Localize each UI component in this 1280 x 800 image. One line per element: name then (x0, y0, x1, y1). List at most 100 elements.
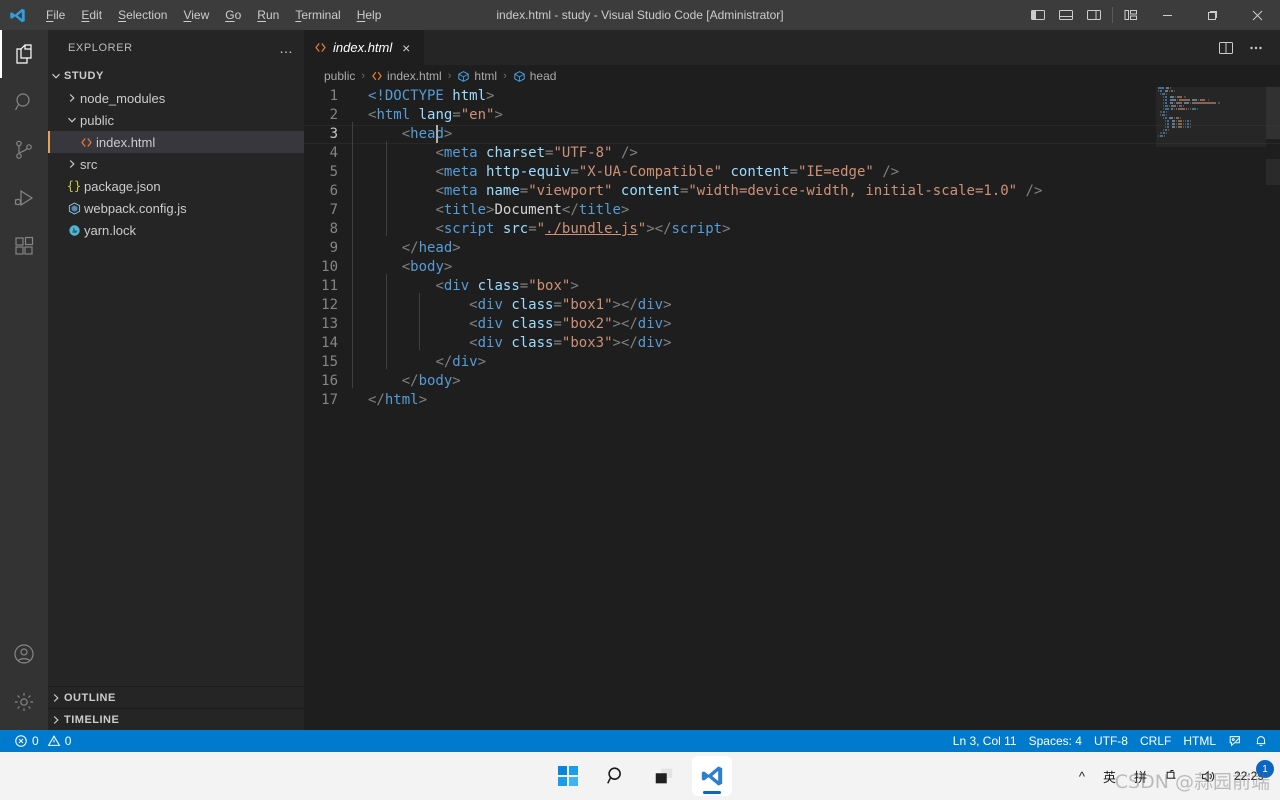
code-line[interactable]: 15 </div> (304, 350, 1280, 372)
status-feedback-icon[interactable] (1222, 730, 1248, 752)
explorer-more-actions-icon[interactable]: … (279, 41, 294, 55)
tree-item-package-json[interactable]: {} package.json (48, 175, 304, 197)
sidebar-section-timeline[interactable]: TIMELINE (48, 708, 304, 730)
tray-network-icon[interactable] (1156, 758, 1191, 794)
breadcrumb-item-index-html[interactable]: index.html (371, 69, 442, 83)
menu-item-selection[interactable]: Selection (110, 4, 175, 26)
ellipsis-icon[interactable] (1242, 34, 1270, 62)
code-token: > (418, 392, 428, 408)
tray-ime-pinyin[interactable]: 拼 (1125, 758, 1156, 794)
menu-item-help[interactable]: Help (349, 4, 390, 26)
code-token: "UTF-8" (553, 145, 613, 161)
menu-item-file[interactable]: File (38, 4, 73, 26)
code-line[interactable]: 16 </body> (304, 369, 1280, 391)
status-bell-icon[interactable] (1248, 730, 1274, 752)
code-line[interactable]: 13 <div class="box2"></div> (304, 312, 1280, 334)
activity-explorer-icon[interactable] (0, 30, 48, 78)
minimap-slider[interactable] (1156, 87, 1266, 147)
code-line[interactable]: 6 <meta name="viewport" content="width=d… (304, 179, 1280, 201)
tray-ime-mode[interactable]: 英 (1094, 758, 1125, 794)
code-line[interactable]: 7 <title>Document</title> (304, 198, 1280, 220)
editor-tabs-bar: index.html × (304, 30, 1280, 65)
activity-run-debug-icon[interactable] (0, 174, 48, 222)
code-token: div (477, 335, 503, 351)
notification-badge[interactable]: 1 (1256, 760, 1274, 778)
minimap[interactable] (1156, 87, 1266, 730)
menu-item-run[interactable]: Run (249, 4, 287, 26)
editor-scrollbar[interactable] (1266, 87, 1280, 730)
tree-item-index-html[interactable]: index.html (48, 131, 304, 153)
activity-extensions-icon[interactable] (0, 222, 48, 270)
status-problems[interactable]: 0 0 (8, 730, 77, 752)
tree-item-webpack-config-js[interactable]: webpack.config.js (48, 197, 304, 219)
status-cursor-position[interactable]: Ln 3, Col 11 (947, 730, 1023, 752)
tab-index-html[interactable]: index.html × (304, 30, 426, 65)
html-icon (314, 41, 327, 54)
taskbar-search-icon[interactable] (596, 756, 636, 796)
code-token: class (511, 335, 554, 351)
tree-item-public[interactable]: public (48, 109, 304, 131)
breadcrumb-item-public[interactable]: public (324, 69, 355, 83)
minimize-button[interactable] (1145, 0, 1190, 30)
task-view-icon[interactable] (644, 756, 684, 796)
code-token: > (612, 297, 621, 313)
tray-show-hidden-icon[interactable]: ^ (1070, 758, 1094, 794)
code-line[interactable]: 3 <head> (304, 122, 1280, 144)
maximize-button[interactable] (1190, 0, 1235, 30)
close-icon[interactable]: × (398, 41, 414, 55)
line-number: 13 (321, 316, 338, 332)
tree-item-src[interactable]: src (48, 153, 304, 175)
line-content: </body> (352, 369, 461, 391)
code-token: < (469, 335, 478, 351)
taskbar-vscode-icon[interactable] (692, 756, 732, 796)
scrollbar-thumb[interactable] (1266, 87, 1280, 139)
code-token: </ (620, 335, 638, 351)
sidebar-section-outline[interactable]: OUTLINE (48, 686, 304, 708)
toggle-panel-icon[interactable] (1052, 0, 1080, 30)
code-line[interactable]: 14 <div class="box3"></div> (304, 331, 1280, 353)
tray-volume-icon[interactable] (1191, 758, 1226, 794)
code-line[interactable]: 5 <meta http-equiv="X-UA-Compatible" con… (304, 160, 1280, 182)
code-line[interactable]: 8 <script src="./bundle.js"></script> (304, 217, 1280, 239)
menu-item-terminal[interactable]: Terminal (287, 4, 348, 26)
customize-layout-icon[interactable] (1117, 0, 1145, 30)
code-line[interactable]: 11 <div class="box"> (304, 274, 1280, 296)
code-line[interactable]: 1 <!DOCTYPE html> (304, 87, 1280, 106)
breadcrumb-item-html[interactable]: html (457, 69, 497, 83)
close-button[interactable] (1235, 0, 1280, 30)
menu-item-go[interactable]: Go (217, 4, 249, 26)
line-number: 8 (329, 221, 338, 237)
status-eol[interactable]: CRLF (1134, 730, 1177, 752)
windows-start-icon[interactable] (548, 756, 588, 796)
tree-item-node-modules[interactable]: node_modules (48, 87, 304, 109)
breadcrumb-item-head[interactable]: head (513, 69, 556, 83)
code-line[interactable]: 10 <body> (304, 255, 1280, 277)
activity-search-icon[interactable] (0, 78, 48, 126)
status-language-mode[interactable]: HTML (1177, 730, 1222, 752)
code-token: /> (620, 145, 638, 161)
menu-item-edit[interactable]: Edit (73, 4, 110, 26)
status-indentation[interactable]: Spaces: 4 (1023, 730, 1088, 752)
code-line[interactable]: 2 <html lang="en"> (304, 106, 1280, 125)
toggle-primary-sidebar-icon[interactable] (1024, 0, 1052, 30)
activity-gear-icon[interactable] (0, 678, 48, 726)
menu-item-view[interactable]: View (175, 4, 217, 26)
divider (1112, 7, 1113, 23)
activity-source-control-icon[interactable] (0, 126, 48, 174)
tree-item-yarn-lock[interactable]: yarn.lock (48, 219, 304, 241)
code-line[interactable]: 9 </head> (304, 236, 1280, 258)
toggle-secondary-sidebar-icon[interactable] (1080, 0, 1108, 30)
code-line[interactable]: 4 <meta charset="UTF-8" /> (304, 141, 1280, 163)
code-line[interactable]: 12 <div class="box1"></div> (304, 293, 1280, 315)
status-encoding[interactable]: UTF-8 (1088, 730, 1134, 752)
scrollbar-thumb-secondary[interactable] (1266, 159, 1280, 185)
tree-item-study[interactable]: STUDY (48, 65, 304, 87)
line-number: 1 (329, 88, 338, 104)
activity-account-icon[interactable] (0, 630, 48, 678)
split-editor-icon[interactable] (1212, 34, 1240, 62)
code-editor[interactable]: 1 <!DOCTYPE html> 2 <html lang="en"> 3 <head… (304, 87, 1280, 730)
chevron-down-icon (64, 115, 80, 125)
code-line[interactable]: 17 </html> (304, 391, 1280, 410)
